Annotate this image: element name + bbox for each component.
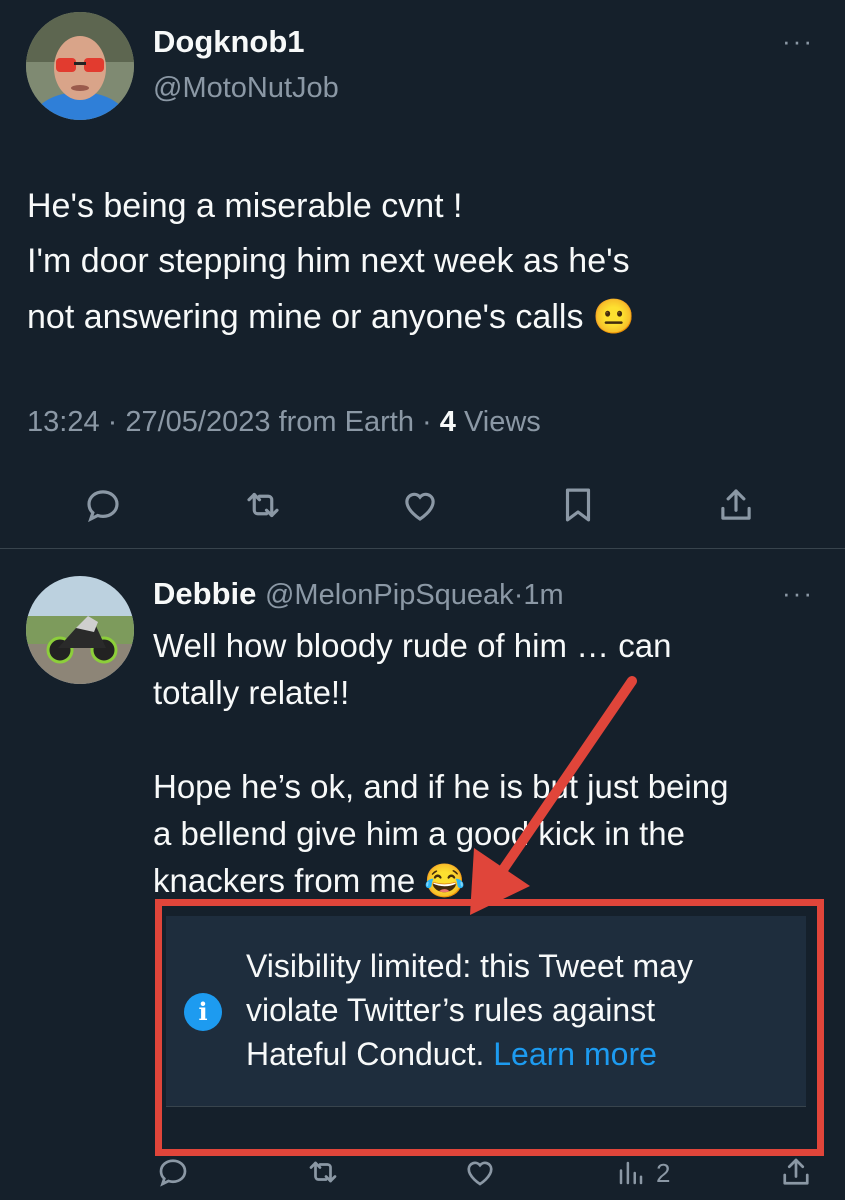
reply-reply-icon[interactable] — [155, 1154, 191, 1190]
reply-retweet-icon[interactable] — [305, 1154, 341, 1190]
reply-share-icon[interactable] — [778, 1154, 814, 1190]
annotation-arrow — [470, 676, 637, 915]
reply-like-icon[interactable] — [462, 1154, 498, 1190]
reply-views-count[interactable]: 2 — [656, 1158, 670, 1189]
reply-views-icon[interactable] — [616, 1156, 646, 1190]
